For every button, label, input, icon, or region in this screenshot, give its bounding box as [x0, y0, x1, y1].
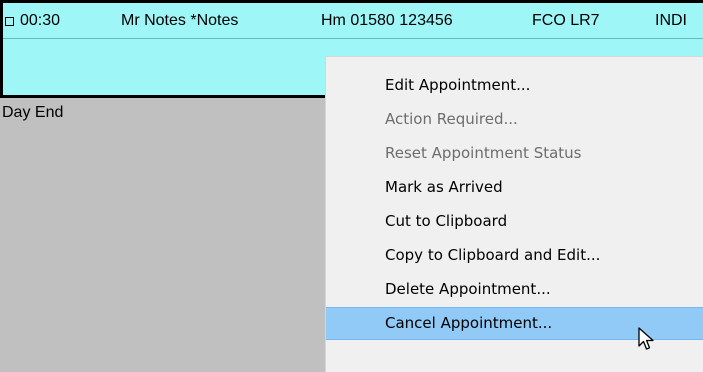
appointment-patient-name: Mr Notes *Notes: [121, 12, 239, 29]
appointment-checkbox[interactable]: [5, 17, 14, 26]
menu-item-copy-to-clipboard-and-edit[interactable]: Copy to Clipboard and Edit...: [326, 239, 703, 272]
appointment-status: INDI: [655, 12, 687, 29]
appointment-row[interactable]: 00:30 Mr Notes *Notes Hm 01580 123456 FC…: [3, 3, 703, 39]
arrow-cursor-icon: [638, 327, 654, 350]
menu-item-mark-as-arrived[interactable]: Mark as Arrived: [326, 171, 703, 204]
day-end-label: Day End: [2, 104, 64, 121]
appointment-location: FCO LR7: [532, 12, 600, 29]
context-menu: Edit Appointment... Action Required... R…: [325, 56, 703, 372]
appointment-phone: Hm 01580 123456: [321, 12, 453, 29]
menu-item-cut-to-clipboard[interactable]: Cut to Clipboard: [326, 205, 703, 238]
menu-item-reset-appointment-status[interactable]: Reset Appointment Status: [326, 137, 703, 170]
appointment-time: 00:30: [20, 12, 61, 29]
menu-item-edit-appointment[interactable]: Edit Appointment...: [326, 69, 703, 102]
menu-item-action-required[interactable]: Action Required...: [326, 103, 703, 136]
menu-item-delete-appointment[interactable]: Delete Appointment...: [326, 273, 703, 306]
